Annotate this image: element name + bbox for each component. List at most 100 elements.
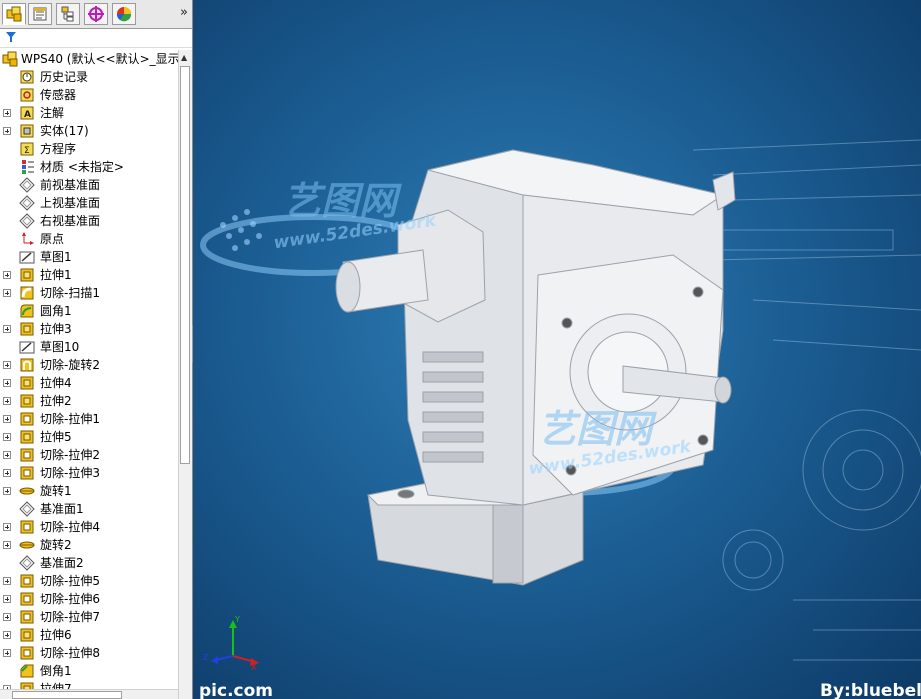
property-manager-tab[interactable] [28, 3, 52, 25]
chamfer-icon [20, 664, 34, 678]
expand-icon[interactable] [3, 379, 11, 387]
tree-item[interactable]: 上视基准面 [0, 194, 178, 212]
tree-item[interactable]: 基准面1 [0, 500, 178, 518]
revolve-icon [19, 541, 35, 549]
tree-item[interactable]: 拉伸3 [0, 320, 178, 338]
tree-item[interactable]: 切除-拉伸5 [0, 572, 178, 590]
tree-item[interactable]: 切除-拉伸1 [0, 410, 178, 428]
tree-item[interactable]: 拉伸2 [0, 392, 178, 410]
tree-root-part[interactable]: WPS40 (默认<<默认>_显示 [0, 50, 180, 68]
triad-z-label: Z [203, 653, 209, 662]
graphics-viewport[interactable]: 艺图网 www.52des.work 艺图网 www.52des.work Y … [193, 0, 921, 699]
tree-item[interactable]: 拉伸6 [0, 626, 178, 644]
filter-icon[interactable] [6, 32, 16, 43]
tree-item[interactable]: 前视基准面 [0, 176, 178, 194]
tree-item-label: 切除-旋转2 [40, 358, 100, 372]
tree-item[interactable]: 传感器 [0, 86, 178, 104]
tree-item[interactable]: Σ 方程序 [0, 140, 178, 158]
dimxpert-tab[interactable] [84, 3, 108, 25]
tree-item-label: 切除-拉伸2 [40, 448, 100, 462]
tree-item[interactable]: 切除-拉伸7 [0, 608, 178, 626]
tree-item-label: 草图10 [40, 340, 80, 354]
tree-item[interactable]: 材质 <未指定> [0, 158, 178, 176]
tree-horizontal-scrollbar[interactable] [0, 689, 178, 699]
feature-manager-tab[interactable] [2, 3, 26, 25]
tree-item-label: 倒角1 [40, 664, 72, 678]
horizontal-scroll-thumb[interactable] [12, 691, 122, 699]
expand-icon[interactable] [3, 595, 11, 603]
expand-icon[interactable] [3, 289, 11, 297]
expand-icon[interactable] [3, 613, 11, 621]
expand-icon[interactable] [3, 649, 11, 657]
expand-icon[interactable] [3, 469, 11, 477]
tree-item[interactable]: A 注解 [0, 104, 178, 122]
tree-item-label: 切除-拉伸1 [40, 412, 100, 426]
solid-bodies-icon [20, 124, 34, 138]
tree-item[interactable]: 倒角1 [0, 662, 178, 680]
expand-icon[interactable] [3, 487, 11, 495]
tree-item-label: 基准面1 [40, 502, 84, 516]
tree-vertical-scrollbar[interactable]: ▲ [178, 50, 192, 699]
plane-icon [19, 195, 35, 211]
tree-item-label: 拉伸2 [40, 394, 72, 408]
expand-icon[interactable] [3, 631, 11, 639]
display-manager-tab[interactable] [112, 3, 136, 25]
tree-item[interactable]: 旋转1 [0, 482, 178, 500]
sweep-cut-icon [20, 286, 34, 300]
tree-item[interactable]: 草图1 [0, 248, 178, 266]
scroll-up-icon[interactable]: ▲ [181, 53, 187, 62]
tree-item[interactable]: 实体(17) [0, 122, 178, 140]
scroll-thumb[interactable] [180, 66, 190, 464]
expand-icon[interactable] [3, 433, 11, 441]
tree-item[interactable]: 切除-扫描1 [0, 284, 178, 302]
expand-icon[interactable] [3, 577, 11, 585]
dimxpert-icon [88, 6, 104, 22]
extrude-icon [20, 322, 34, 336]
expand-icon[interactable] [3, 361, 11, 369]
tree-item[interactable]: 圆角1 [0, 302, 178, 320]
tree-item[interactable]: 历史记录 [0, 68, 178, 86]
extrude-cut-icon [20, 412, 34, 426]
tree-item[interactable]: 拉伸4 [0, 374, 178, 392]
expand-icon[interactable] [3, 541, 11, 549]
tree-item-label: 上视基准面 [40, 196, 101, 210]
expand-icon[interactable] [3, 451, 11, 459]
tree-item[interactable]: 切除-拉伸6 [0, 590, 178, 608]
corner-text-right: By:bluebel [820, 681, 921, 699]
tree-item[interactable]: 基准面2 [0, 554, 178, 572]
expand-icon[interactable] [3, 325, 11, 333]
expand-icon[interactable] [3, 415, 11, 423]
display-manager-icon [116, 7, 132, 22]
extrude-cut-icon [20, 592, 34, 606]
configuration-manager-tab[interactable] [56, 3, 80, 25]
expand-icon[interactable] [3, 271, 11, 279]
history-icon [20, 70, 34, 84]
panel-tabs: » [0, 0, 192, 29]
triad-y-label: Y [234, 615, 240, 624]
tree-item-label: 基准面2 [40, 556, 84, 570]
extrude-cut-icon [20, 610, 34, 624]
expand-icon[interactable] [3, 109, 11, 117]
tree-item[interactable]: 切除-拉伸2 [0, 446, 178, 464]
tree-item-label: 切除-拉伸3 [40, 466, 100, 480]
tree-item[interactable]: 旋转2 [0, 536, 178, 554]
tree-item[interactable]: 拉伸1 [0, 266, 178, 284]
tree-item[interactable]: 切除-拉伸3 [0, 464, 178, 482]
tree-item[interactable]: 原点 [0, 230, 178, 248]
expand-icon[interactable] [3, 397, 11, 405]
svg-text:A: A [24, 110, 31, 120]
tree-item[interactable]: 草图10 [0, 338, 178, 356]
tree-item[interactable]: 右视基准面 [0, 212, 178, 230]
tree-item[interactable]: 切除-拉伸8 [0, 644, 178, 662]
tree-item[interactable]: 切除-拉伸4 [0, 518, 178, 536]
tree-item-label: 方程序 [40, 142, 77, 156]
more-tabs-chevron-icon[interactable]: » [180, 5, 188, 20]
tree-item[interactable]: 切除-旋转2 [0, 356, 178, 374]
extrude-cut-icon [20, 646, 34, 660]
tree-item[interactable]: 拉伸5 [0, 428, 178, 446]
tree-item-label: 拉伸3 [40, 322, 72, 336]
expand-icon[interactable] [3, 127, 11, 135]
tree-item-label: 拉伸1 [40, 268, 72, 282]
tree-item-label: 前视基准面 [40, 178, 101, 192]
expand-icon[interactable] [3, 523, 11, 531]
